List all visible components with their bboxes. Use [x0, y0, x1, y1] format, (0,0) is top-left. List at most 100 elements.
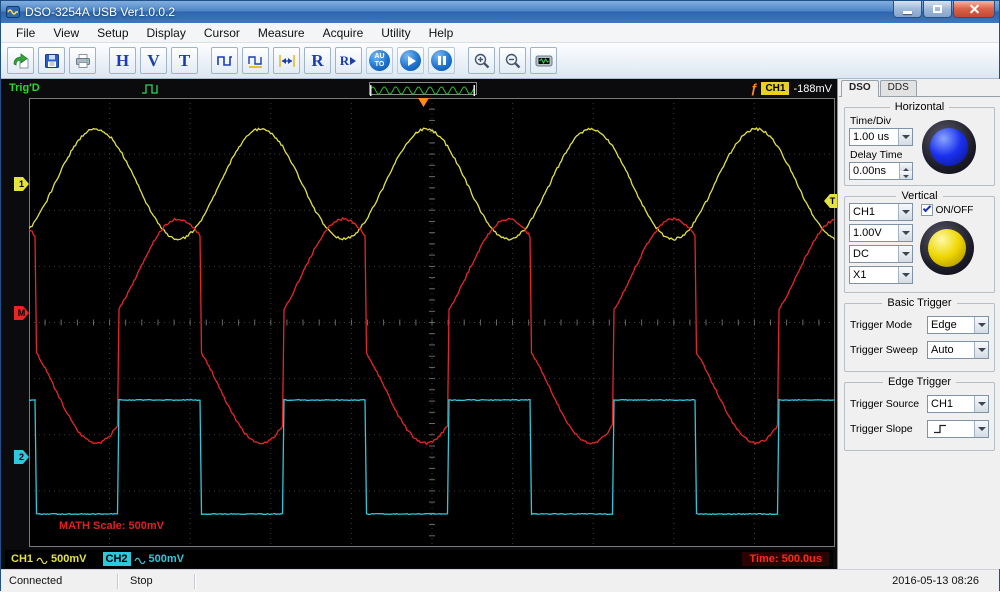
- snapshot-icon: [535, 55, 552, 66]
- auto-setup-icon: AU TO: [369, 50, 390, 71]
- menu-cursor[interactable]: Cursor: [195, 24, 249, 42]
- trigger-status: Trig'D: [9, 82, 40, 94]
- horizontal-panel-button[interactable]: H: [109, 47, 136, 74]
- trigger-channel-badge: CH1: [761, 82, 790, 95]
- snapshot-button[interactable]: [530, 47, 557, 74]
- channel-select[interactable]: CH1: [849, 203, 913, 221]
- zoom-out-button[interactable]: [499, 47, 526, 74]
- tab-dds[interactable]: DDS: [879, 80, 917, 96]
- cursor-measure-button[interactable]: [273, 47, 300, 74]
- save-button[interactable]: [38, 47, 65, 74]
- vertical-knob[interactable]: [920, 221, 974, 275]
- chevron-down-icon: [974, 342, 988, 358]
- waveform-button[interactable]: [211, 47, 238, 74]
- chevron-down-icon: [974, 317, 988, 333]
- measure-wave-button[interactable]: [242, 47, 269, 74]
- square-wave-icon: [216, 55, 232, 66]
- ch1-scale-readout: CH1 500mV: [11, 553, 87, 565]
- maximize-icon: [933, 5, 942, 13]
- close-icon: [969, 4, 980, 14]
- tab-dso[interactable]: DSO: [841, 80, 879, 97]
- trigger-slope-select[interactable]: [927, 420, 989, 438]
- ch1-position-marker[interactable]: 1: [14, 177, 29, 191]
- waveform-preview[interactable]: [369, 82, 477, 96]
- window-title: DSO-3254A USB Ver1.0.0.2: [25, 5, 176, 19]
- maximize-button[interactable]: [923, 1, 952, 18]
- run-button[interactable]: [397, 47, 424, 74]
- close-button[interactable]: [953, 1, 995, 18]
- vertical-group: Vertical CH1 1.00V DC X1 ON/OFF: [844, 190, 995, 293]
- panel-tabs: DSO DDS: [838, 79, 1000, 97]
- delay-time-label: Delay Time: [850, 149, 903, 161]
- menu-utility[interactable]: Utility: [372, 24, 419, 42]
- trigger-level-value: -188mV: [793, 82, 832, 95]
- trigger-edge-icon: ƒ: [750, 81, 758, 96]
- scope-area: Trig'D ƒ CH1 -188mV MATH Scale: 500mV T …: [1, 79, 838, 569]
- menu-measure[interactable]: Measure: [249, 24, 314, 42]
- menu-file[interactable]: File: [7, 24, 44, 42]
- chevron-down-icon: [974, 396, 988, 412]
- ch2-scale-readout: CH2 500mV: [102, 552, 184, 566]
- horizontal-knob[interactable]: [922, 119, 976, 174]
- timebase-readout: Time: 500.0us: [742, 552, 829, 566]
- zoom-in-button[interactable]: [468, 47, 495, 74]
- titlebar[interactable]: DSO-3254A USB Ver1.0.0.2: [1, 1, 999, 23]
- scope-display[interactable]: MATH Scale: 500mV T: [28, 97, 838, 547]
- edge-trigger-group: Edge Trigger Trigger Source CH1 Trigger …: [844, 376, 995, 451]
- run-status: Stop: [130, 575, 153, 587]
- menu-display[interactable]: Display: [138, 24, 195, 42]
- print-icon: [75, 53, 90, 68]
- trigger-mode-select[interactable]: Edge: [927, 316, 989, 334]
- menu-setup[interactable]: Setup: [88, 24, 137, 42]
- minimize-button[interactable]: [893, 1, 922, 18]
- chevron-down-icon: [898, 129, 912, 145]
- spin-down-icon[interactable]: [900, 171, 912, 179]
- replay-button[interactable]: R: [335, 47, 362, 74]
- ch2-position-marker[interactable]: 2: [14, 450, 29, 464]
- auto-setup-button[interactable]: AU TO: [366, 47, 393, 74]
- scope-graticule: [28, 97, 836, 547]
- open-button[interactable]: [7, 47, 34, 74]
- menu-view[interactable]: View: [44, 24, 88, 42]
- trigger-mode-label: Trigger Mode: [850, 319, 913, 331]
- vertical-panel-button[interactable]: V: [140, 47, 167, 74]
- coupling-value: DC: [853, 248, 869, 260]
- record-button[interactable]: R: [304, 47, 331, 74]
- trigger-source-label: Trigger Source: [850, 398, 920, 410]
- channel-info-bar: CH1 500mV CH2 500mV Time: 500.0us: [5, 550, 833, 568]
- chevron-down-icon: [898, 204, 912, 220]
- replay-label: R: [339, 52, 350, 68]
- rising-edge-icon: [934, 424, 946, 434]
- zoom-out-icon: [505, 53, 520, 68]
- volt-scale-select[interactable]: 1.00V: [849, 224, 913, 242]
- basic-trigger-title: Basic Trigger: [887, 297, 952, 309]
- horizontal-group: Horizontal Time/Div 1.00 us Delay Time 0…: [844, 101, 995, 186]
- time-div-select[interactable]: 1.00 us: [849, 128, 913, 146]
- trigger-panel-button[interactable]: T: [171, 47, 198, 74]
- horizontal-group-title: Horizontal: [894, 101, 945, 113]
- math-position-marker[interactable]: M: [14, 306, 29, 320]
- chevron-down-icon: [898, 246, 912, 262]
- channel-onoff-checkbox[interactable]: ON/OFF: [920, 203, 974, 216]
- toolbar: H V T R R AU TO: [1, 43, 999, 79]
- delay-time-input[interactable]: 0.00ns: [849, 162, 913, 180]
- time-div-label: Time/Div: [850, 115, 892, 127]
- onoff-label: ON/OFF: [935, 204, 974, 216]
- print-button[interactable]: [69, 47, 96, 74]
- menu-acquire[interactable]: Acquire: [314, 24, 373, 42]
- trigger-sweep-value: Auto: [931, 344, 954, 356]
- spinner-buttons[interactable]: [899, 163, 912, 179]
- trigger-source-select[interactable]: CH1: [927, 395, 989, 413]
- scope-status-strip: Trig'D ƒ CH1 -188mV: [1, 79, 837, 98]
- ch1-scale-value: 500mV: [51, 553, 87, 565]
- spin-up-icon[interactable]: [900, 163, 912, 171]
- measure-wave-icon: [247, 55, 262, 68]
- pause-button[interactable]: [428, 47, 455, 74]
- coupling-select[interactable]: DC: [849, 245, 913, 263]
- chevron-down-icon: [974, 421, 988, 437]
- save-icon: [44, 53, 59, 68]
- probe-select[interactable]: X1: [849, 266, 913, 284]
- trigger-source-wave-icon: [142, 84, 158, 94]
- trigger-sweep-select[interactable]: Auto: [927, 341, 989, 359]
- menu-help[interactable]: Help: [420, 24, 463, 42]
